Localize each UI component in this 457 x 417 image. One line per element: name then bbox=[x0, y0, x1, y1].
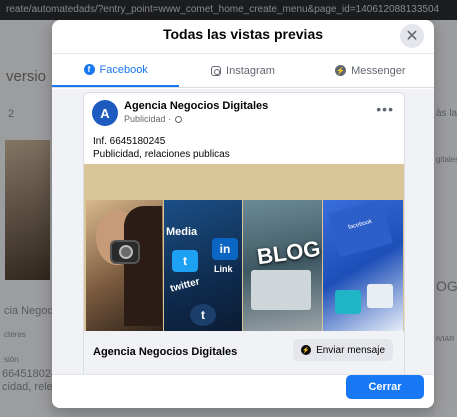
camera-icon bbox=[110, 240, 140, 264]
avatar: A bbox=[92, 100, 118, 126]
twitter-bird-icon: t bbox=[172, 250, 198, 272]
sponsored-text: Publicidad · bbox=[124, 114, 172, 124]
tab-label: Facebook bbox=[99, 63, 148, 76]
send-message-button[interactable]: ⚡ Enviar mensaje bbox=[293, 339, 393, 361]
facebook-tile: facebook bbox=[323, 199, 403, 331]
send-message-label: Enviar mensaje bbox=[316, 344, 385, 356]
ad-creative-image: Media t in Link twitter t BLOG facebook bbox=[84, 164, 404, 331]
dialog-header: Todas las vistas previas ✕ bbox=[52, 20, 434, 54]
dialog-title: Todas las vistas previas bbox=[162, 26, 324, 42]
facebook-icon: f bbox=[83, 64, 95, 75]
tab-label: Instagram bbox=[226, 64, 275, 77]
tab-facebook[interactable]: f Facebook bbox=[52, 54, 180, 87]
dialog-footer: Cerrar bbox=[52, 374, 434, 408]
sponsored-label: Publicidad · bbox=[124, 114, 182, 124]
tab-instagram[interactable]: Instagram bbox=[179, 54, 306, 87]
app-icon bbox=[367, 284, 393, 308]
creative-label: Link bbox=[214, 264, 233, 274]
creative-label: twitter bbox=[169, 276, 201, 295]
more-options-icon[interactable]: ••• bbox=[376, 101, 394, 117]
ad-preview-card: A Agencia Negocios Digitales Publicidad … bbox=[83, 92, 405, 374]
tab-messenger[interactable]: ⚡ Messenger bbox=[307, 54, 434, 87]
creative-label: BLOG bbox=[255, 235, 322, 270]
photographer-tile bbox=[86, 200, 163, 331]
hair-shape bbox=[124, 206, 162, 326]
scrollbar[interactable] bbox=[414, 89, 434, 374]
cta-bar: Agencia Negocios Digitales ⚡ Enviar mens… bbox=[84, 331, 404, 374]
post-text-line: Publicidad, relaciones publicas bbox=[93, 149, 230, 160]
social-media-tile: Media t in Link twitter t bbox=[164, 200, 242, 331]
camera-lens bbox=[119, 245, 133, 259]
post-text: Inf. 6645180245 Publicidad, relaciones p… bbox=[84, 133, 404, 161]
preview-scroll-area[interactable]: A Agencia Negocios Digitales Publicidad … bbox=[52, 89, 434, 374]
post-header: A Agencia Negocios Digitales Publicidad … bbox=[84, 93, 404, 133]
facebook-card: facebook bbox=[328, 199, 393, 258]
page-name: Agencia Negocios Digitales bbox=[124, 100, 269, 112]
tumblr-icon: t bbox=[190, 304, 216, 326]
globe-icon bbox=[174, 116, 182, 123]
platform-tabs: f Facebook Instagram ⚡ Messenger bbox=[52, 54, 434, 88]
creative-label: Media bbox=[166, 226, 198, 238]
close-icon[interactable]: ✕ bbox=[400, 24, 424, 48]
cta-page-name: Agencia Negocios Digitales bbox=[93, 346, 238, 358]
blog-tile: BLOG bbox=[243, 200, 322, 331]
messenger-icon: ⚡ bbox=[301, 345, 312, 355]
close-button[interactable]: Cerrar bbox=[346, 375, 424, 399]
linkedin-icon: in bbox=[212, 238, 238, 260]
app-icon bbox=[335, 290, 361, 314]
previews-dialog: Todas las vistas previas ✕ f Facebook In… bbox=[52, 20, 434, 408]
laptop-shape bbox=[251, 270, 311, 310]
messenger-icon: ⚡ bbox=[335, 65, 347, 76]
tab-label: Messenger bbox=[351, 64, 406, 77]
instagram-icon bbox=[211, 65, 222, 76]
post-text-line: Inf. 6645180245 bbox=[93, 136, 166, 147]
